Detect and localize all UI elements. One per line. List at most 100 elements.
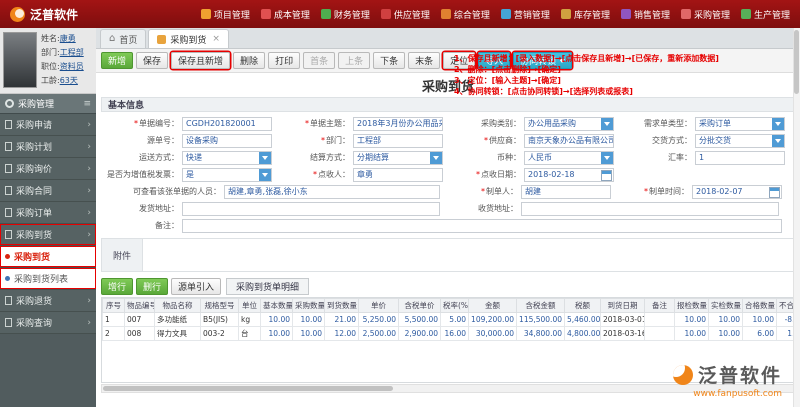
field-input-点收日期[interactable]: 2018-02-18 bbox=[524, 168, 614, 182]
toolbar-button-新增[interactable]: 新增 bbox=[101, 52, 133, 69]
field-input-单据编号[interactable]: CGDH201820001 bbox=[182, 117, 272, 131]
brand-logo-icon bbox=[10, 7, 25, 22]
footer-logo-text: 泛普软件 bbox=[698, 361, 782, 388]
detail-button-源单引入[interactable]: 源单引入 bbox=[171, 278, 221, 295]
toolbar-button-保存且新增[interactable]: 保存且新增 bbox=[171, 52, 230, 69]
calendar-icon[interactable] bbox=[769, 187, 780, 198]
field-input-制单人[interactable]: 胡建 bbox=[521, 185, 611, 199]
toolbar-button-首条[interactable]: 首条 bbox=[303, 52, 335, 69]
top-menu-采购管理[interactable]: 采购管理 bbox=[681, 8, 730, 21]
field-input-采购类别[interactable]: 办公用品采购 bbox=[524, 117, 614, 131]
dropdown-caret-icon[interactable] bbox=[772, 118, 784, 130]
vertical-scrollbar-thumb[interactable] bbox=[794, 30, 799, 94]
field-input-结算方式[interactable]: 分期结算 bbox=[353, 151, 443, 165]
vertical-scrollbar[interactable] bbox=[793, 28, 800, 407]
top-bar: 泛普软件 项目管理成本管理财务管理供应管理综合管理营销管理库存管理销售管理采购管… bbox=[0, 0, 800, 28]
top-menu-财务管理[interactable]: 财务管理 bbox=[321, 8, 370, 21]
field-label: *部门： bbox=[272, 135, 350, 146]
table-cell: 多功能纸 bbox=[155, 313, 201, 327]
field-input-币种[interactable]: 人民币 bbox=[524, 151, 614, 165]
field-value: 工程部 bbox=[357, 135, 381, 146]
tab-purchase-arrival[interactable]: 采购到货 × bbox=[148, 29, 229, 48]
content-panel: ⌂ 首页 采购到货 × 新增保存保存且新增删除打印首条上条下条末条定位导入协同转… bbox=[96, 28, 800, 407]
profile-field-value[interactable]: 康勇 bbox=[60, 34, 76, 43]
field-input-点收人[interactable]: 章勇 bbox=[353, 168, 443, 182]
field-input-制单时间[interactable]: 2018-02-07 bbox=[692, 185, 782, 199]
top-menu-供应管理[interactable]: 供应管理 bbox=[381, 8, 430, 21]
top-menu-成本管理[interactable]: 成本管理 bbox=[261, 8, 310, 21]
dropdown-caret-icon[interactable] bbox=[772, 135, 784, 147]
toolbar-button-协同转锁[interactable]: 协同转锁 bbox=[513, 52, 572, 69]
profile-info: 姓名:康勇部门:工程部职位:资料员工龄:63天 bbox=[41, 32, 84, 89]
column-header: 单价 bbox=[359, 299, 399, 313]
field-value: 人民币 bbox=[528, 152, 552, 163]
toolbar-button-上条[interactable]: 上条 bbox=[338, 52, 370, 69]
column-header: 税额 bbox=[565, 299, 601, 313]
field-input-收货地址[interactable] bbox=[521, 202, 779, 216]
horizontal-scrollbar-thumb[interactable] bbox=[103, 386, 393, 391]
detail-tab[interactable]: 采购到货单明细 bbox=[226, 278, 309, 295]
profile-field-value[interactable]: 工程部 bbox=[60, 48, 84, 57]
form-row: 运送方式：快递结算方式：分期结算币种：人民币汇率：1 bbox=[101, 149, 795, 166]
sidebar-item-采购到货[interactable]: 采购到货› bbox=[0, 224, 96, 246]
field-input-运送方式[interactable]: 快递 bbox=[182, 151, 272, 165]
sidebar-item-采购订单[interactable]: 采购订单› bbox=[0, 202, 96, 224]
tab-home[interactable]: ⌂ 首页 bbox=[100, 29, 146, 48]
field-input-发货地址[interactable] bbox=[182, 202, 440, 216]
toolbar-button-末条[interactable]: 末条 bbox=[408, 52, 440, 69]
field-input-需求单类型[interactable]: 采购订单 bbox=[695, 117, 785, 131]
detail-button-删行[interactable]: 删行 bbox=[136, 278, 168, 295]
field-label: 收货地址： bbox=[440, 203, 518, 214]
profile-field-value[interactable]: 资料员 bbox=[60, 62, 84, 71]
button-label: 定位 bbox=[450, 54, 468, 67]
close-icon[interactable]: × bbox=[212, 34, 220, 44]
attachment-dropzone[interactable] bbox=[143, 238, 795, 272]
calendar-icon[interactable] bbox=[601, 170, 612, 181]
profile-field-value[interactable]: 63天 bbox=[60, 76, 78, 85]
table-cell: 109,200.00 bbox=[469, 313, 517, 327]
field-input-是否为增值税发票[interactable]: 是 bbox=[182, 168, 272, 182]
field-input-汇率[interactable]: 1 bbox=[695, 151, 785, 165]
toolbar-button-打印[interactable]: 打印 bbox=[268, 52, 300, 69]
sidebar-header[interactable]: 采购管理 ≡ bbox=[0, 94, 96, 114]
field-input-源单号[interactable]: 设备采购 bbox=[182, 134, 272, 148]
field-input-供应商[interactable]: 南京天象办公品有限公司 bbox=[524, 134, 614, 148]
table-cell: 10.00 bbox=[709, 327, 743, 341]
sidebar-list: 采购申请›采购计划›采购询价›采购合同›采购订单›采购到货›采购到货采购到货列表… bbox=[0, 114, 96, 334]
top-menu-生产管理[interactable]: 生产管理 bbox=[741, 8, 790, 21]
toolbar-button-下条[interactable]: 下条 bbox=[373, 52, 405, 69]
sidebar-item-采购询价[interactable]: 采购询价› bbox=[0, 158, 96, 180]
sidebar-item-采购到货[interactable]: 采购到货 bbox=[0, 246, 96, 268]
field-input-单据主题[interactable]: 2018年3月份办公用品采购 bbox=[353, 117, 443, 131]
toolbar-button-定位[interactable]: 定位 bbox=[443, 52, 475, 69]
sidebar-item-采购到货列表[interactable]: 采购到货列表 bbox=[0, 268, 96, 290]
field-input-备注[interactable] bbox=[182, 219, 782, 233]
detail-button-增行[interactable]: 增行 bbox=[101, 278, 133, 295]
dropdown-caret-icon[interactable] bbox=[259, 169, 271, 181]
button-label: 删除 bbox=[240, 54, 258, 67]
top-menu-营销管理[interactable]: 营销管理 bbox=[501, 8, 550, 21]
dropdown-caret-icon[interactable] bbox=[259, 152, 271, 164]
table-row[interactable]: 2008得力文具003-2台10.0010.0012.002,500.002,9… bbox=[103, 327, 796, 341]
profile-line: 工龄:63天 bbox=[41, 74, 84, 88]
dropdown-caret-icon[interactable] bbox=[601, 118, 613, 130]
sidebar-item-采购查询[interactable]: 采购查询› bbox=[0, 312, 96, 334]
table-row[interactable]: 1007多功能纸B5(JIS)kg10.0010.0021.005,250.00… bbox=[103, 313, 796, 327]
toolbar-button-保存[interactable]: 保存 bbox=[136, 52, 168, 69]
dropdown-caret-icon[interactable] bbox=[430, 152, 442, 164]
sidebar-item-采购计划[interactable]: 采购计划› bbox=[0, 136, 96, 158]
field-input-部门[interactable]: 工程部 bbox=[353, 134, 443, 148]
table-cell: 21.00 bbox=[325, 313, 359, 327]
dropdown-caret-icon[interactable] bbox=[601, 152, 613, 164]
field-input-交货方式[interactable]: 分批交货 bbox=[695, 134, 785, 148]
sidebar-item-采购申请[interactable]: 采购申请› bbox=[0, 114, 96, 136]
field-input-可查看该张单据的人员[interactable]: 胡建,章勇,张磊,徐小东 bbox=[224, 185, 440, 199]
toolbar-button-删除[interactable]: 删除 bbox=[233, 52, 265, 69]
top-menu-综合管理[interactable]: 综合管理 bbox=[441, 8, 490, 21]
sidebar-item-采购退货[interactable]: 采购退货› bbox=[0, 290, 96, 312]
sidebar-item-采购合同[interactable]: 采购合同› bbox=[0, 180, 96, 202]
toolbar-button-导入[interactable]: 导入 bbox=[478, 52, 510, 69]
top-menu-销售管理[interactable]: 销售管理 bbox=[621, 8, 670, 21]
top-menu-库存管理[interactable]: 库存管理 bbox=[561, 8, 610, 21]
top-menu-项目管理[interactable]: 项目管理 bbox=[201, 8, 250, 21]
